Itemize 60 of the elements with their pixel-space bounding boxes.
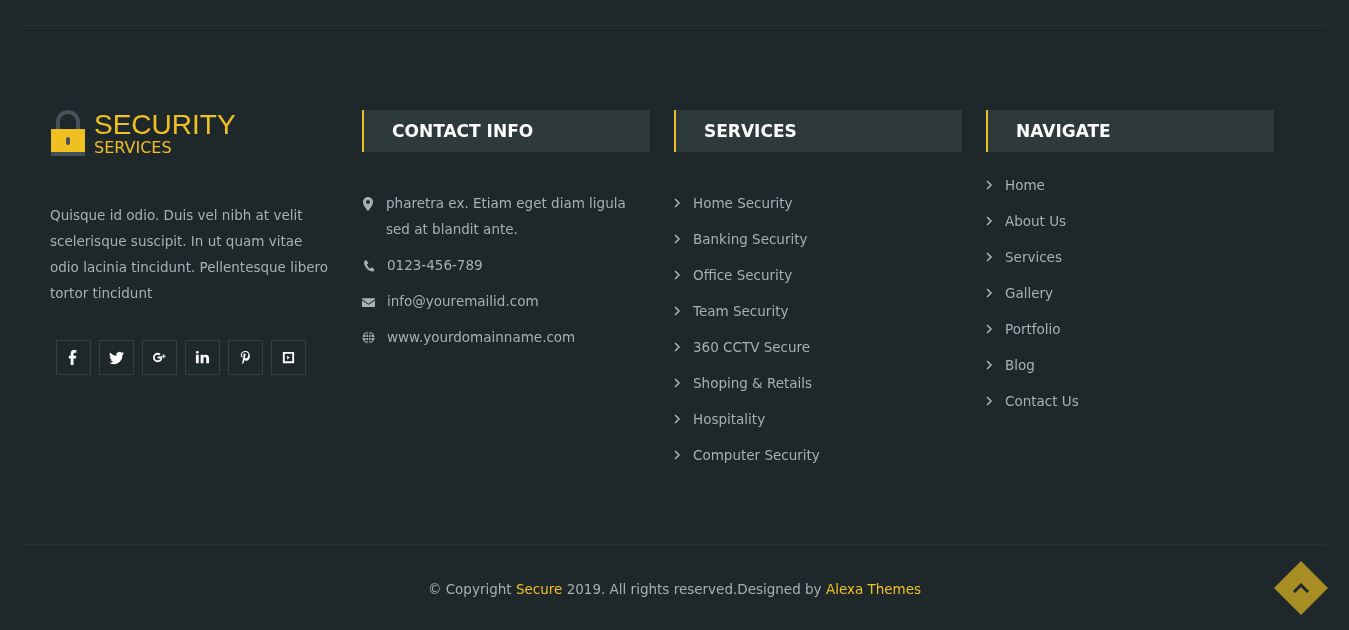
globe-icon: [362, 331, 375, 344]
footer-link[interactable]: Secure: [515, 581, 563, 597]
section-heading: CONTACT INFO: [362, 110, 650, 152]
chevron-right-icon: [986, 288, 993, 298]
video-icon: [281, 350, 296, 365]
nav-link-item[interactable]: Services: [1005, 244, 1062, 270]
service-link[interactable]: Banking Security: [693, 226, 808, 252]
chevron-right-icon: [674, 306, 681, 316]
brand-title: SECURITY: [94, 111, 236, 140]
chevron-right-icon: [674, 342, 681, 352]
chevron-right-icon: [674, 450, 681, 460]
twitter-link[interactable]: [99, 340, 134, 375]
service-link[interactable]: Computer Security: [693, 442, 820, 468]
nav-link-item[interactable]: Portfolio: [1005, 316, 1061, 342]
google-plus-link[interactable]: [142, 340, 177, 375]
chevron-right-icon: [986, 324, 993, 334]
chevron-right-icon: [986, 252, 993, 262]
envelope-icon: [362, 295, 375, 308]
facebook-link[interactable]: [56, 340, 91, 375]
padlock-icon: [50, 110, 86, 158]
chevron-right-icon: [674, 270, 681, 280]
about-text: Quisque id odio. Duis vel nibh at velit scelerisque suscipit. In ut quam vitae odio lacinia tincidunt. Pellentesque libero tortor tincidunt: [50, 206, 330, 303]
chevron-right-icon: [986, 216, 993, 226]
map-pin-icon: [362, 197, 374, 211]
service-link[interactable]: Team Security: [693, 298, 789, 324]
nav-link-item[interactable]: Home: [1005, 172, 1045, 198]
chevron-right-icon: [674, 234, 681, 244]
twitter-icon: [109, 350, 124, 365]
service-link[interactable]: Shoping & Retails: [693, 370, 813, 396]
video-link[interactable]: [271, 340, 306, 375]
footer-link[interactable]: Alexa Themes: [825, 581, 922, 597]
linkedin-icon: [195, 350, 210, 365]
service-link[interactable]: Office Security: [693, 262, 793, 288]
google-plus-icon: [152, 350, 167, 365]
nav-link-item[interactable]: About Us: [1005, 208, 1067, 234]
website-text: www.yourdomainname.com: [387, 328, 576, 347]
phone-icon: [362, 259, 375, 272]
chevron-right-icon: [986, 396, 993, 406]
scroll-to-top-button[interactable]: [1273, 560, 1329, 616]
service-link[interactable]: Home Security: [693, 190, 793, 216]
chevron-right-icon: [674, 378, 681, 388]
address-text: pharetra ex. Etiam eget diam ligula sed at blandit ante.: [386, 194, 627, 239]
section-heading: SERVICES: [674, 110, 962, 152]
chevron-right-icon: [674, 414, 681, 424]
brand-subtitle: SERVICES: [94, 139, 173, 157]
copyright-text: © Copyright Secure 2019. All rights reserved.Designed by Alexa Themes: [427, 580, 922, 599]
linkedin-link[interactable]: [185, 340, 220, 375]
email-text: info@youremailid.com: [387, 292, 539, 311]
nav-link-item[interactable]: Blog: [1005, 352, 1035, 378]
section-heading: NAVIGATE: [986, 110, 1274, 152]
phone-text: 0123-456-789: [387, 256, 483, 275]
chevron-right-icon: [674, 198, 681, 208]
chevron-right-icon: [986, 180, 993, 190]
pinterest-icon: [238, 350, 253, 365]
service-link[interactable]: Hospitality: [693, 406, 766, 432]
chevron-right-icon: [986, 360, 993, 370]
service-link[interactable]: 360 CCTV Secure: [693, 334, 811, 360]
pinterest-link[interactable]: [228, 340, 263, 375]
nav-link-item[interactable]: Gallery: [1005, 280, 1054, 306]
nav-link-item[interactable]: Contact Us: [1005, 388, 1079, 414]
